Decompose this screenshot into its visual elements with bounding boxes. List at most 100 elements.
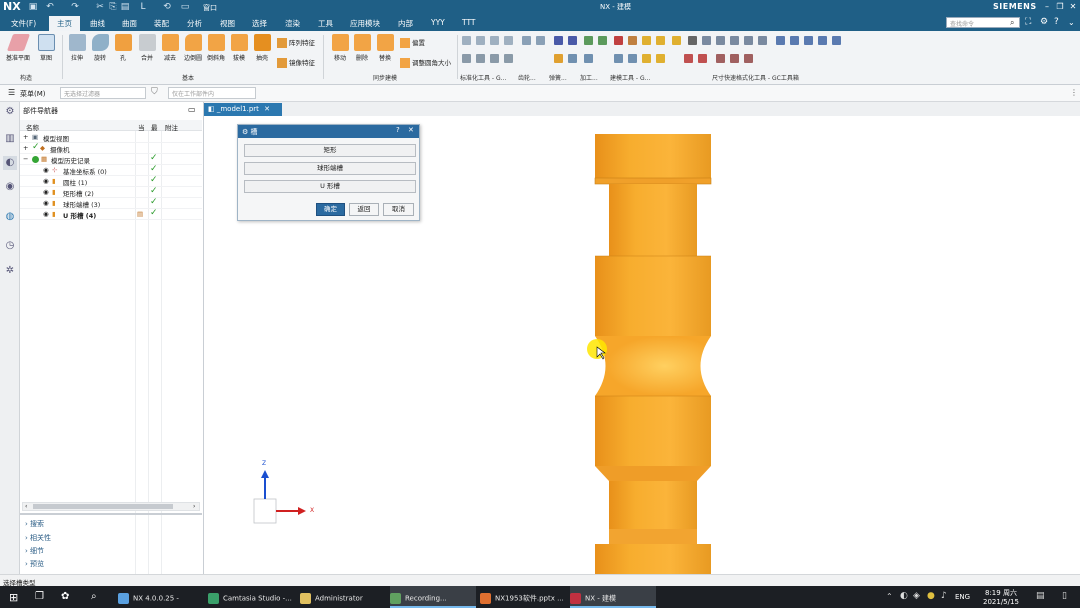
ok-button[interactable]: 确定 bbox=[316, 203, 345, 216]
menu-view[interactable]: 视图 bbox=[220, 18, 235, 29]
tool-icon[interactable] bbox=[716, 36, 725, 45]
scope-select[interactable]: 仅在工作部件内 bbox=[168, 87, 256, 99]
tree-row-feature[interactable]: ◉ ▮ 球形端槽 (3) ✓ bbox=[20, 197, 202, 209]
redo-icon[interactable]: ↷ bbox=[70, 2, 80, 12]
visibility-eye-icon[interactable]: ◉ bbox=[43, 188, 49, 196]
paste-icon[interactable]: ▤ bbox=[120, 2, 130, 12]
menu-select[interactable]: 选择 bbox=[252, 18, 267, 29]
tree-row-feature[interactable]: ◉ ▮ U 形槽 (4) ▤ ✓ bbox=[20, 208, 202, 220]
tool-icon[interactable] bbox=[554, 36, 563, 45]
section-details[interactable]: › 细节 bbox=[25, 546, 44, 556]
column-notes[interactable]: 附注 bbox=[165, 122, 178, 132]
gear-icon[interactable]: ⚙ bbox=[3, 105, 17, 119]
tool-icon[interactable] bbox=[818, 36, 827, 45]
tool-icon[interactable] bbox=[702, 36, 711, 45]
replace-face-button[interactable]: 替换 bbox=[371, 34, 399, 62]
tool-icon[interactable] bbox=[744, 54, 753, 63]
tool-icon[interactable] bbox=[490, 36, 499, 45]
tool-icon[interactable] bbox=[462, 54, 471, 63]
tool-icon[interactable] bbox=[832, 36, 841, 45]
menu-yyy[interactable]: YYY bbox=[431, 18, 445, 27]
tool-icon[interactable] bbox=[730, 54, 739, 63]
menu-surface[interactable]: 曲面 bbox=[122, 18, 137, 29]
tool-icon[interactable] bbox=[504, 54, 513, 63]
help-icon[interactable]: ? bbox=[396, 126, 400, 134]
restore-icon[interactable]: ❐ bbox=[1055, 2, 1065, 12]
tree-row-model-history[interactable]: − ▦ 模型历史记录 ✓ bbox=[20, 153, 202, 165]
tool-icon[interactable] bbox=[656, 54, 665, 63]
cut-icon[interactable]: ✂ bbox=[95, 2, 105, 12]
tool-icon[interactable] bbox=[614, 36, 623, 45]
tool-icon[interactable] bbox=[672, 36, 681, 45]
settings-icon[interactable]: ⚙ bbox=[1040, 17, 1048, 27]
column-name[interactable]: 名称 bbox=[26, 122, 39, 132]
taskbar-nx-modeling[interactable]: NX - 建模 bbox=[570, 586, 656, 608]
repeat-command-icon[interactable]: L bbox=[138, 2, 148, 12]
tool-icon[interactable] bbox=[656, 36, 665, 45]
tree-row-model-views[interactable]: + ▣ 模型视图 bbox=[20, 132, 202, 143]
save-icon[interactable]: ▣ bbox=[28, 2, 38, 12]
section-dependencies[interactable]: › 相关性 bbox=[25, 533, 51, 543]
scroll-left-icon[interactable]: ‹ bbox=[25, 503, 27, 510]
fullscreen-icon[interactable]: ⛶ bbox=[1025, 17, 1031, 27]
scroll-right-icon[interactable]: › bbox=[193, 503, 195, 510]
column-latest[interactable]: 最 bbox=[151, 122, 158, 132]
speaker-icon[interactable]: ♪ bbox=[941, 591, 947, 601]
pattern-feature-button[interactable]: 阵列特征 bbox=[277, 37, 315, 48]
tree-row-feature[interactable]: ◉ ⊹ 基准坐标系 (0) ✓ bbox=[20, 164, 202, 176]
chevron-down-icon[interactable]: ⌄ bbox=[1068, 18, 1075, 27]
web-browser-icon[interactable]: ◍ bbox=[3, 210, 17, 224]
tool-icon[interactable] bbox=[776, 36, 785, 45]
close-icon[interactable]: ✕ bbox=[1068, 2, 1078, 12]
tray-icon[interactable]: ◐ bbox=[900, 591, 908, 601]
tree-row-feature[interactable]: ◉ ▮ 矩形槽 (2) ✓ bbox=[20, 186, 202, 198]
tool-icon[interactable] bbox=[642, 54, 651, 63]
taskbar-camtasia[interactable]: Camtasia Studio -... bbox=[208, 586, 296, 608]
maximize-icon[interactable]: ▭ bbox=[188, 105, 196, 114]
menu-dropdown[interactable]: 菜单(M) bbox=[20, 89, 46, 99]
tray-icon[interactable]: ◈ bbox=[913, 591, 920, 601]
tool-icon[interactable] bbox=[688, 36, 697, 45]
clock-date[interactable]: 2021/5/15 bbox=[983, 598, 1019, 606]
undo-icon[interactable]: ↶ bbox=[45, 2, 55, 12]
section-preview[interactable]: › 预览 bbox=[25, 559, 44, 569]
tray-icon[interactable]: ● bbox=[927, 591, 935, 601]
tool-icon[interactable] bbox=[568, 54, 577, 63]
tool-icon[interactable] bbox=[568, 36, 577, 45]
copy-icon[interactable]: ⎘ bbox=[108, 2, 118, 12]
tool-icon[interactable] bbox=[804, 36, 813, 45]
search-icon[interactable]: ⌕ bbox=[91, 591, 97, 602]
tool-icon[interactable] bbox=[584, 54, 593, 63]
menu-analysis[interactable]: 分析 bbox=[187, 18, 202, 29]
menu-applications[interactable]: 应用模块 bbox=[350, 18, 380, 29]
command-search-input[interactable]: 查找命令 bbox=[946, 17, 1020, 28]
ball-end-groove-button[interactable]: 球形端槽 bbox=[244, 162, 416, 175]
menu-internal[interactable]: 内部 bbox=[398, 18, 413, 29]
tool-icon[interactable] bbox=[716, 54, 725, 63]
app-icon[interactable]: ✿ bbox=[61, 591, 69, 602]
menu-ttt[interactable]: TTT bbox=[462, 18, 475, 27]
menu-tools[interactable]: 工具 bbox=[318, 18, 333, 29]
close-icon[interactable]: ✕ bbox=[408, 126, 414, 134]
switch-window-icon[interactable]: ▭ bbox=[180, 2, 190, 12]
tree-row-cameras[interactable]: + ✓ ◆ 摄像机 bbox=[20, 142, 202, 154]
part-navigator-icon[interactable]: ◐ bbox=[3, 156, 17, 170]
tool-icon[interactable] bbox=[628, 36, 637, 45]
hamburger-icon[interactable]: ☰ bbox=[8, 88, 15, 97]
search-icon[interactable]: ⌕ bbox=[1010, 18, 1014, 28]
document-tab[interactable]: ◧ _model1.prt ✕ bbox=[204, 103, 282, 116]
tool-icon[interactable] bbox=[536, 36, 545, 45]
visibility-eye-icon[interactable]: ◉ bbox=[43, 210, 49, 218]
tool-icon[interactable] bbox=[462, 36, 471, 45]
visibility-eye-icon[interactable]: ◉ bbox=[43, 166, 49, 174]
back-button[interactable]: 返回 bbox=[349, 203, 379, 216]
tool-icon[interactable] bbox=[730, 36, 739, 45]
taskbar-administrator[interactable]: Administrator bbox=[300, 586, 386, 608]
notifications-icon[interactable]: ▤ bbox=[1036, 591, 1045, 601]
horizontal-scrollbar[interactable]: ‹ › bbox=[22, 502, 200, 511]
tool-icon[interactable] bbox=[628, 54, 637, 63]
filter-icon[interactable]: ⛉ bbox=[151, 87, 158, 97]
help-icon[interactable]: ? bbox=[1054, 17, 1059, 27]
menu-render[interactable]: 渲染 bbox=[285, 18, 300, 29]
tool-icon[interactable] bbox=[684, 54, 693, 63]
